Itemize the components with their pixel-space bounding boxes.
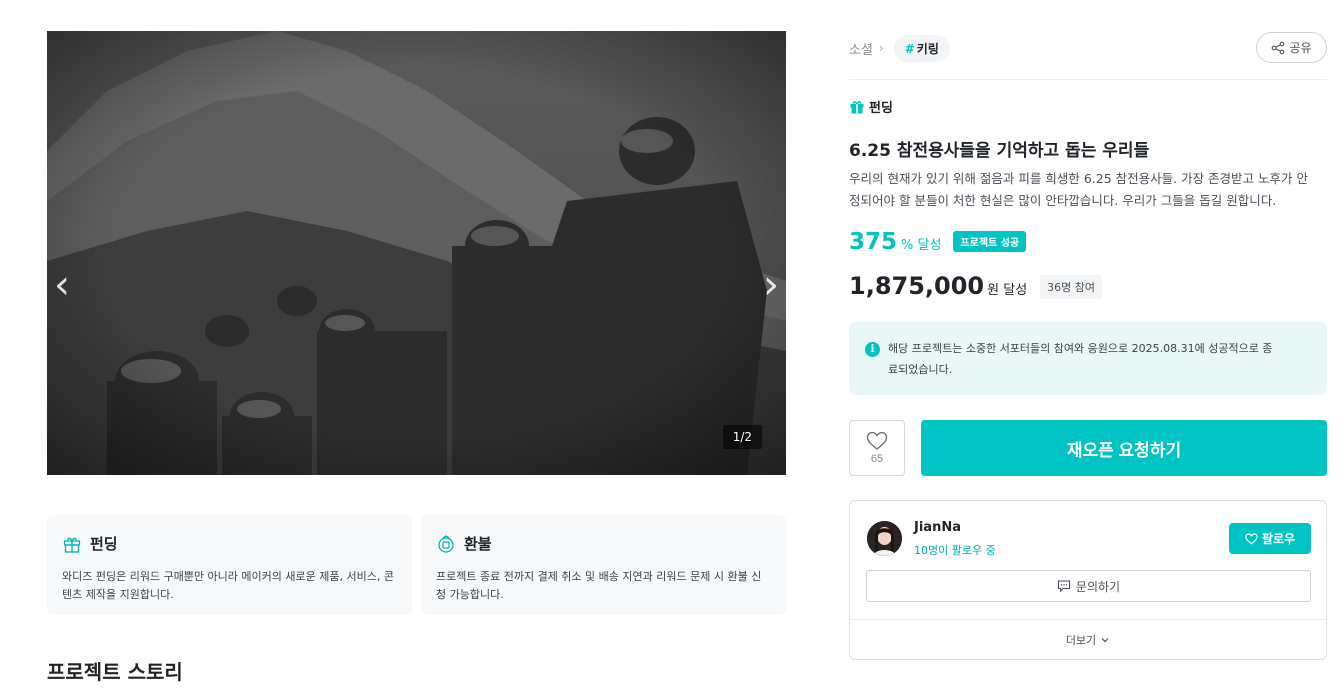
follow-button[interactable]: 팔로우 [1229,523,1311,554]
achievement-percent: 375 [849,229,898,255]
carousel-next-button[interactable]: › [756,257,786,313]
maker-name[interactable]: JianNa [914,520,961,535]
chevron-left-icon: ‹ [54,262,70,308]
project-description: 우리의 현재가 있기 위해 젊음과 피를 희생한 6.25 참전용사들. 가장 … [849,171,1308,208]
refund-icon [438,534,454,553]
amount-value: 1,875,000 [849,272,985,300]
maker-followers: 10명이 팔로우 중 [914,544,996,557]
hash-icon: # [904,41,915,56]
share-button[interactable]: 공유 [1256,32,1327,63]
avatar-image [867,521,902,556]
status-badge: 프로젝트 성공 [953,231,1027,252]
avatar[interactable] [867,521,902,556]
funding-card-body: 와디즈 펀딩은 리워드 구매뿐만 아니라 메이커의 새로운 제품, 서비스, 콘… [62,570,394,601]
header-divider [849,79,1327,80]
like-count: 65 [870,453,884,465]
achievement-unit: % 달성 [901,238,942,253]
project-title: 6.25 참전용사들을 기억하고 돕는 우리들 [849,141,1150,161]
funding-card-title: 펀딩 [90,535,118,553]
breadcrumb: 소셜 › # 키링 [849,34,950,62]
participants-badge: 36명 참여 [1040,275,1103,299]
maker-card: JianNa 10명이 팔로우 중 팔로우 문의하기 더보기 [849,500,1327,660]
gift-icon [63,537,81,553]
follow-label: 팔로우 [1261,532,1296,546]
refund-card-title: 환불 [464,535,492,553]
share-icon [1272,41,1285,54]
inquiry-label: 문의하기 [1075,579,1121,594]
breadcrumb-category[interactable]: 소셜 [849,39,873,58]
like-button[interactable]: 65 [849,420,905,476]
chevron-down-icon [1101,637,1109,642]
achievement-row: 375 % 달성 프로젝트 성공 [849,229,1027,255]
heart-icon [866,431,888,450]
heart-icon [1245,532,1258,544]
refund-info-card: 환불 프로젝트 종료 전까지 결제 취소 및 배송 지연과 리워드 문제 시 환… [421,515,786,615]
info-icon: i [865,342,880,357]
project-type: 펀딩 [849,97,893,116]
refund-card-body: 프로젝트 종료 전까지 결제 취소 및 배송 지연과 리워드 문제 시 환불 신… [436,570,762,601]
breadcrumb-tag[interactable]: # 키링 [893,34,950,62]
completion-notice: i 해당 프로젝트는 소중한 서포터들의 참여와 응원으로 2025.08.31… [849,322,1327,395]
notice-text: 해당 프로젝트는 소중한 서포터들의 참여와 응원으로 2025.08.31에 … [888,342,1273,376]
more-label: 더보기 [1065,634,1097,647]
inquiry-button[interactable]: 문의하기 [866,570,1311,602]
chat-icon [1057,580,1070,593]
carousel-counter: 1/2 [722,425,762,449]
more-button[interactable]: 더보기 [850,620,1326,659]
chevron-right-icon: › [878,41,884,55]
hero-photo [47,31,786,475]
chevron-right-icon: › [763,262,779,308]
funding-info-card: 펀딩 와디즈 펀딩은 리워드 구매뿐만 아니라 메이커의 새로운 제품, 서비스… [47,515,412,615]
gift-icon [850,100,864,113]
project-story-heading: 프로젝트 스토리 [47,660,183,684]
carousel-prev-button[interactable]: ‹ [47,257,77,313]
hero-image-carousel[interactable]: ‹ › 1/2 [47,31,786,475]
reopen-request-button[interactable]: 재오픈 요청하기 [921,420,1327,476]
tag-label: 키링 [916,41,939,56]
amount-unit: 원 달성 [987,283,1028,298]
project-type-label: 펀딩 [869,101,893,116]
share-label: 공유 [1289,41,1312,55]
amount-row: 1,875,000 원 달성 36명 참여 [849,272,1103,302]
